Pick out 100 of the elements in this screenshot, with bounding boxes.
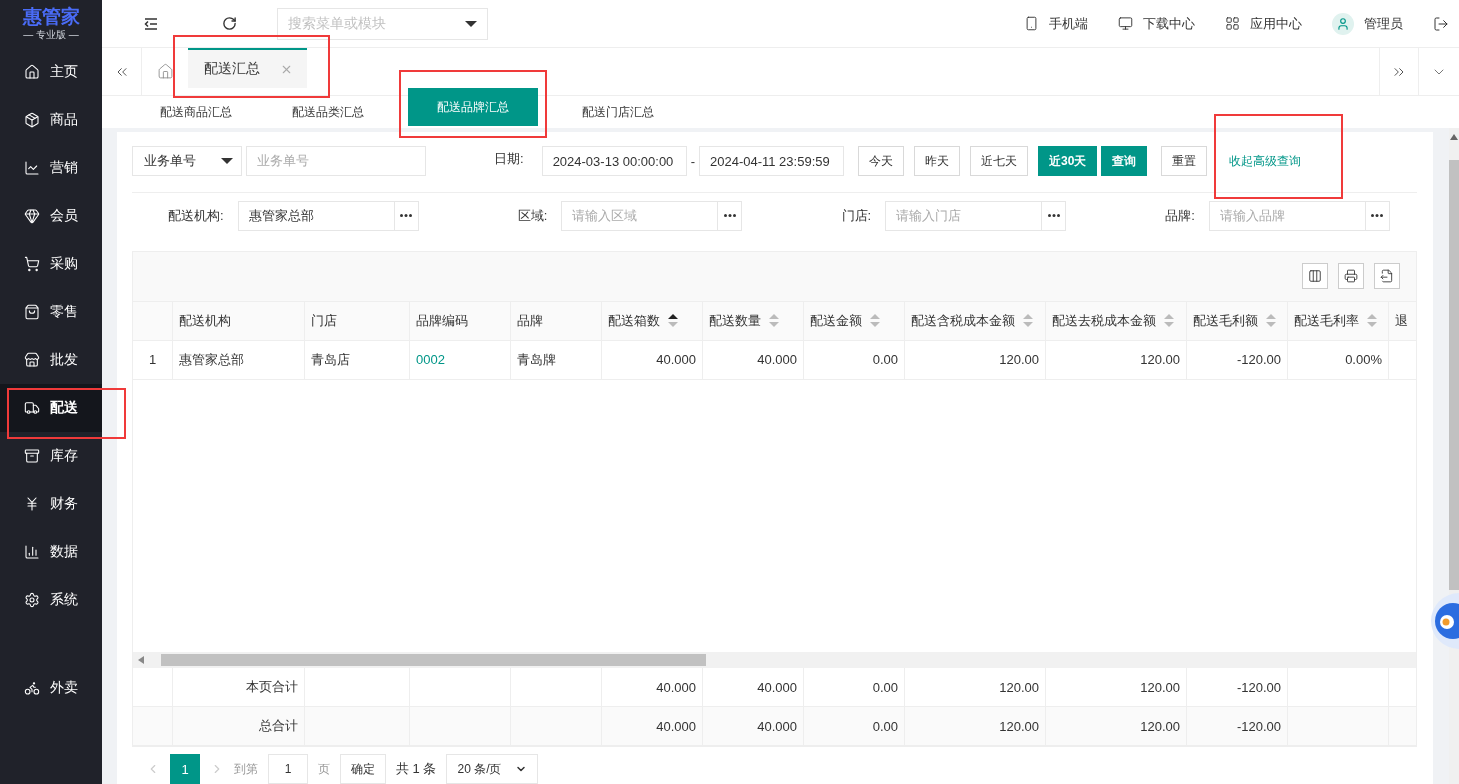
field-label: 门店:: [841, 206, 872, 225]
confirm-button[interactable]: 确定: [340, 754, 386, 784]
sort-icon[interactable]: [668, 314, 678, 328]
header-link[interactable]: 手机端: [1024, 14, 1088, 33]
table-cell: 40.000: [602, 707, 703, 745]
table-cell: 120.00: [1046, 707, 1187, 745]
logout-icon[interactable]: [1433, 15, 1449, 32]
sidebar-item[interactable]: 外卖: [0, 664, 102, 712]
range-button[interactable]: 昨天: [913, 146, 960, 176]
nav-icon: [24, 544, 40, 560]
nav-icon: [24, 352, 40, 368]
sub-tab[interactable]: 配送门店汇总: [566, 96, 670, 128]
table-header-cell: 配送箱数: [602, 301, 703, 340]
home-icon[interactable]: [156, 63, 174, 80]
table-link[interactable]: 0002: [410, 340, 511, 379]
table-cell: -120.00: [1187, 668, 1288, 706]
table-header-cell: 配送机构: [173, 301, 305, 340]
date-field[interactable]: 2024-04-11 23:59:59: [698, 146, 844, 176]
table-cell: -120.00: [1187, 340, 1288, 379]
table-cell: 40.000: [602, 340, 703, 379]
table-cell: 0.00: [804, 707, 905, 745]
nav-icon: [24, 680, 40, 696]
nav-icon: [24, 496, 40, 512]
field-label: 品牌:: [1165, 206, 1195, 225]
columns-icon: [1308, 269, 1322, 284]
columns-button[interactable]: [1302, 263, 1328, 290]
summary-label: 总合计: [173, 707, 305, 745]
sidebar-item[interactable]: 零售: [0, 288, 102, 336]
header-link[interactable]: 应用中心: [1225, 14, 1302, 33]
sidebar-item[interactable]: 配送: [0, 384, 102, 432]
sidebar-item[interactable]: 财务: [0, 480, 102, 528]
sidebar-item[interactable]: 数据: [0, 528, 102, 576]
scrollbar-thumb[interactable]: [1449, 160, 1459, 590]
more-icon: [723, 214, 736, 218]
more-button[interactable]: [718, 200, 743, 231]
sidebar-item[interactable]: 批发: [0, 336, 102, 384]
field-label: 配送机构:: [168, 206, 224, 225]
sidebar-item[interactable]: 主页: [0, 48, 102, 96]
sidebar-item[interactable]: 系统: [0, 576, 102, 624]
goto-label: 到第: [234, 760, 258, 778]
user-icon: [1336, 16, 1350, 31]
page-number[interactable]: 1: [170, 754, 200, 784]
scroll-up-icon[interactable]: [1450, 134, 1458, 140]
menu-fold-icon[interactable]: [144, 17, 158, 30]
page-tab[interactable]: 配送汇总: [188, 48, 307, 88]
table-cell: 120.00: [905, 340, 1046, 379]
scrollbar-thumb[interactable]: [161, 654, 706, 666]
nav-icon: [24, 64, 40, 80]
toggle-advanced-link[interactable]: 收起高级查询: [1229, 152, 1302, 170]
range-button[interactable]: 近30天: [1037, 146, 1098, 176]
date-field[interactable]: 2024-03-13 00:00:00: [541, 146, 687, 176]
more-button[interactable]: [1042, 200, 1067, 231]
table-cell: 0.00: [804, 340, 905, 379]
assistant-icon[interactable]: [1429, 590, 1459, 652]
nav-icon: [24, 160, 40, 176]
sidebar-item[interactable]: 商品: [0, 96, 102, 144]
more-icon: [1371, 214, 1384, 218]
export-icon: [1380, 269, 1394, 284]
table-header-cell: 配送去税成本金额: [1046, 301, 1187, 340]
sub-tab[interactable]: 配送品类汇总: [276, 96, 380, 128]
nav-icon: [24, 400, 40, 416]
query-button[interactable]: 查询: [1101, 146, 1148, 176]
more-button[interactable]: [1365, 200, 1390, 231]
goto-field[interactable]: 1: [268, 754, 308, 784]
table-cell: 青岛牌: [511, 340, 602, 379]
more-button[interactable]: [394, 200, 419, 231]
table-header-cell: 品牌编码: [410, 301, 511, 340]
user-menu[interactable]: 管理员: [1332, 12, 1403, 35]
refresh-icon[interactable]: [222, 16, 237, 31]
sidebar-item[interactable]: 营销: [0, 144, 102, 192]
scroll-left-icon[interactable]: [138, 656, 144, 664]
table-cell: 0.00%: [1288, 340, 1389, 379]
page-size-select[interactable]: 20 条/页: [446, 754, 539, 784]
table-cell: 惠管家总部: [173, 340, 305, 379]
range-button[interactable]: 今天: [857, 146, 904, 176]
header-icon: [1225, 16, 1240, 31]
nav-icon: [24, 208, 40, 224]
filter-field[interactable]: 惠管家总部: [237, 200, 395, 231]
sub-tab[interactable]: 配送品牌汇总: [408, 88, 538, 126]
edition-label: — 专业版 —: [23, 28, 79, 42]
table-header-cell: 配送含税成本金额: [905, 301, 1046, 340]
table-cell: 0.00: [804, 668, 905, 706]
range-button[interactable]: 近七天: [969, 146, 1028, 176]
sidebar-item[interactable]: 会员: [0, 192, 102, 240]
sidebar-item[interactable]: 采购: [0, 240, 102, 288]
print-button[interactable]: [1338, 263, 1364, 290]
date-label: 日期:: [494, 150, 524, 168]
search-type-select[interactable]: 业务单号: [132, 146, 242, 176]
table-cell: 40.000: [703, 668, 804, 706]
reset-button[interactable]: 重置: [1161, 146, 1208, 176]
table-header-cell: 配送毛利率: [1288, 301, 1389, 340]
table-header-cell: 门店: [305, 301, 410, 340]
caret-icon: [465, 20, 477, 27]
sub-tab[interactable]: 配送商品汇总: [144, 96, 248, 128]
header-icon: [1024, 16, 1039, 31]
print-icon: [1344, 269, 1358, 284]
header-link[interactable]: 下载中心: [1118, 14, 1195, 33]
sidebar-item[interactable]: 库存: [0, 432, 102, 480]
field-label: 区域:: [517, 206, 548, 225]
export-button[interactable]: [1374, 263, 1400, 290]
